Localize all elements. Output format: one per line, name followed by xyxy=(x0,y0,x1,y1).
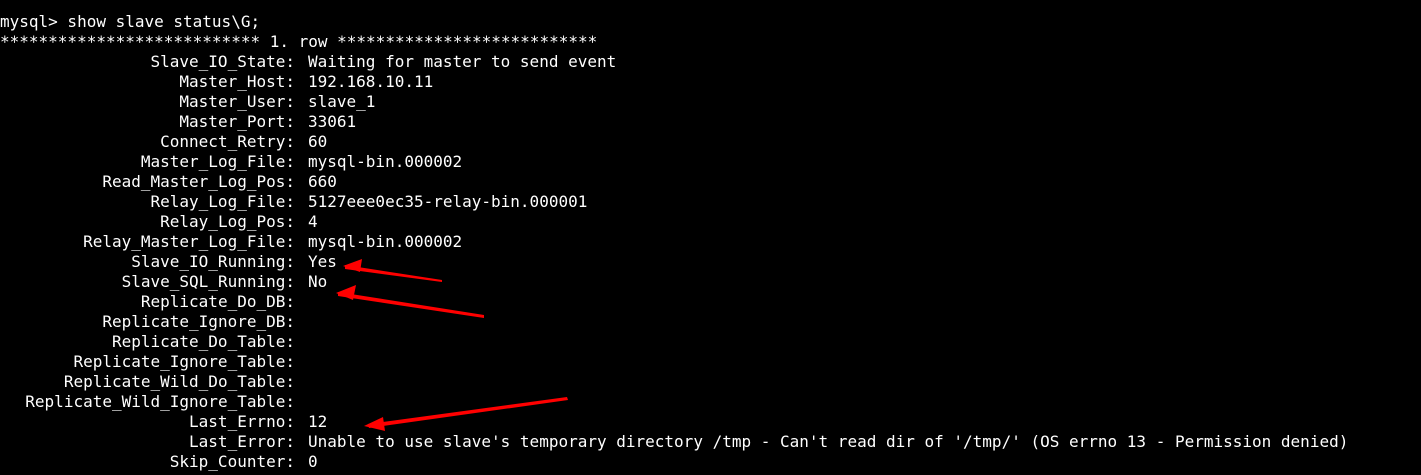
field-key: Replicate_Wild_Do_Table: xyxy=(63,372,295,391)
field-key: Replicate_Ignore_Table: xyxy=(73,352,295,371)
field-value: slave_1 xyxy=(308,92,376,111)
field-key: Connect_Retry: xyxy=(160,132,295,151)
arrow-slave-io-running xyxy=(343,259,442,282)
row-header: *************************** 1. row *****… xyxy=(0,32,598,51)
field-key: Last_Error: xyxy=(189,432,295,451)
field-value: 192.168.10.11 xyxy=(308,72,434,91)
field-value: 0 xyxy=(308,452,318,471)
field-value: 660 xyxy=(308,172,337,191)
field-key: Master_Host: xyxy=(179,72,295,91)
field-key: Master_User: xyxy=(179,92,295,111)
field-value: mysql-bin.000002 xyxy=(308,232,463,251)
field-key: Master_Port: xyxy=(179,112,295,131)
field-value: 5127eee0ec35-relay-bin.000001 xyxy=(308,192,588,211)
field-key: Slave_IO_Running: xyxy=(131,252,295,271)
field-value: 33061 xyxy=(308,112,357,131)
field-value: 60 xyxy=(308,132,328,151)
field-key: Master_Log_File: xyxy=(140,152,295,171)
arrow-slave-sql-running xyxy=(336,285,484,318)
field-key: Relay_Log_File: xyxy=(150,192,296,211)
arrow-last-errno xyxy=(364,397,568,431)
field-key: Skip_Counter: xyxy=(169,452,295,471)
field-key: Read_Master_Log_Pos: xyxy=(102,172,295,191)
field-value: 12 xyxy=(308,412,328,431)
field-value: mysql-bin.000002 xyxy=(308,152,463,171)
field-value: 4 xyxy=(308,212,318,231)
field-value: Yes xyxy=(308,252,337,271)
field-key: Slave_SQL_Running: xyxy=(121,272,295,291)
field-key: Replicate_Ignore_DB: xyxy=(102,312,295,331)
field-key: Replicate_Do_Table: xyxy=(111,332,295,351)
field-key: Replicate_Wild_Ignore_Table: xyxy=(25,392,295,411)
field-key: Replicate_Do_DB: xyxy=(140,292,295,311)
terminal-window[interactable]: mysql> show slave status\G; ************… xyxy=(0,0,1421,475)
field-key: Relay_Master_Log_File: xyxy=(83,232,295,251)
field-key: Last_Errno: xyxy=(189,412,295,431)
field-value: Unable to use slave's temporary director… xyxy=(308,432,1349,451)
field-key: Relay_Log_Pos: xyxy=(160,212,295,231)
prompt-line: mysql> show slave status\G; xyxy=(0,12,261,31)
field-value: No xyxy=(308,272,328,291)
field-key: Slave_IO_State: xyxy=(150,52,296,71)
field-value: Waiting for master to send event xyxy=(308,52,617,71)
